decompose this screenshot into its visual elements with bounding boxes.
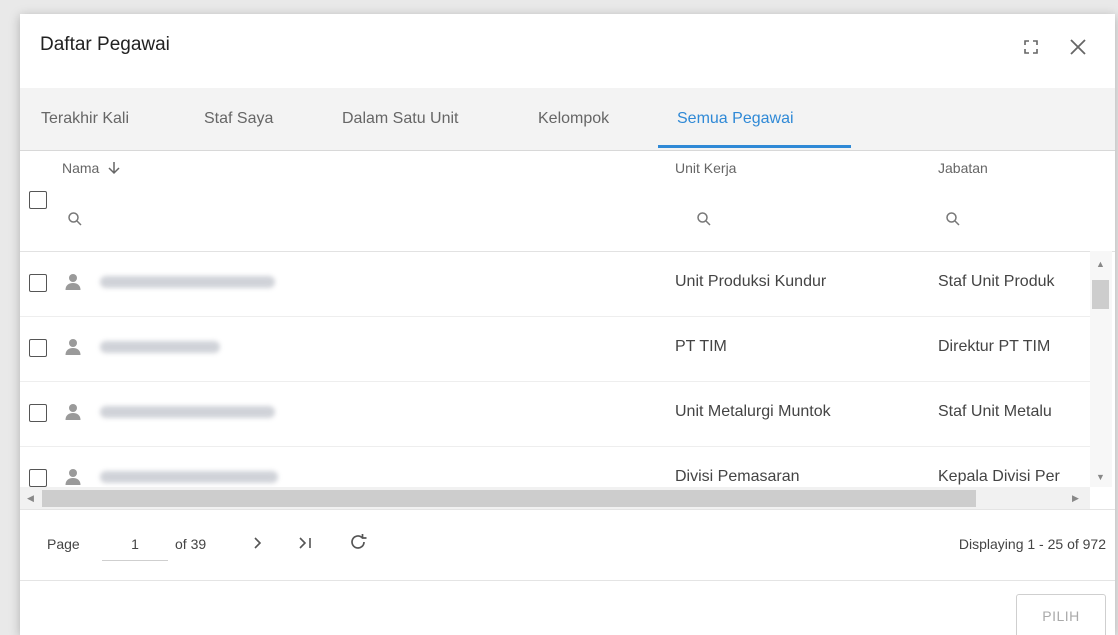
column-header-nama[interactable]: Nama: [62, 160, 121, 178]
table-row[interactable]: Unit Produksi Kundur Staf Unit Produk: [20, 251, 1090, 317]
column-header-jabatan[interactable]: Jabatan: [938, 160, 988, 176]
person-icon: [64, 468, 82, 486]
employee-name-redacted: [100, 406, 275, 418]
search-icon[interactable]: [945, 211, 961, 227]
scroll-left-arrow-icon[interactable]: ◀: [27, 493, 34, 503]
refresh-icon[interactable]: [347, 532, 369, 554]
employee-name-redacted: [100, 471, 278, 483]
close-icon[interactable]: [1067, 36, 1089, 58]
person-icon: [64, 273, 82, 291]
employee-dialog: Daftar Pegawai Terakhir Kali Staf Saya D…: [20, 14, 1115, 635]
page-count: of 39: [175, 536, 207, 552]
cell-jabatan: Staf Unit Produk: [938, 273, 1055, 290]
horizontal-scrollbar[interactable]: ◀ ▶: [20, 487, 1090, 509]
arrow-down-icon: [107, 161, 121, 178]
chevron-right-icon[interactable]: [246, 532, 268, 554]
dialog-titlebar: Daftar Pegawai: [20, 14, 1115, 74]
scroll-down-arrow-icon[interactable]: ▼: [1096, 472, 1105, 482]
row-checkbox[interactable]: [29, 469, 47, 487]
cell-unit-kerja: Unit Metalurgi Muntok: [675, 403, 831, 420]
select-all-checkbox[interactable]: [29, 191, 47, 209]
horizontal-scroll-thumb[interactable]: [42, 490, 976, 507]
page-label: Page: [47, 536, 80, 552]
last-page-icon[interactable]: [294, 532, 316, 554]
row-checkbox[interactable]: [29, 339, 47, 357]
employee-name-redacted: [100, 276, 275, 288]
displaying-info: Displaying 1 - 25 of 972: [958, 536, 1106, 552]
scroll-right-arrow-icon[interactable]: ▶: [1072, 493, 1079, 503]
cell-jabatan: Kepala Divisi Per: [938, 468, 1060, 485]
table-row[interactable]: PT TIM Direktur PT TIM: [20, 316, 1090, 382]
dialog-footer: PILIH: [20, 580, 1115, 635]
tab-dalam-satu-unit[interactable]: Dalam Satu Unit: [342, 88, 459, 150]
row-checkbox[interactable]: [29, 404, 47, 422]
cell-unit-kerja: Unit Produksi Kundur: [675, 273, 827, 290]
grid-body: Unit Produksi Kundur Staf Unit Produk PT…: [20, 251, 1090, 501]
dialog-title: Daftar Pegawai: [40, 34, 170, 55]
search-icon[interactable]: [67, 211, 83, 227]
row-checkbox[interactable]: [29, 274, 47, 292]
tab-terakhir-kali[interactable]: Terakhir Kali: [41, 88, 129, 150]
cell-unit-kerja: PT TIM: [675, 338, 727, 355]
page-number-input[interactable]: [102, 528, 168, 561]
vertical-scrollbar[interactable]: ▲ ▼: [1090, 251, 1112, 487]
employee-name-redacted: [100, 341, 220, 353]
grid-header: Nama Unit Kerja Jabatan: [20, 151, 1115, 252]
pagination-toolbar: Page of 39 Displaying 1 - 25 of 972: [20, 509, 1115, 581]
active-tab-indicator: [658, 145, 851, 148]
vertical-scroll-thumb[interactable]: [1092, 280, 1109, 309]
tab-kelompok[interactable]: Kelompok: [538, 88, 609, 150]
column-label-nama: Nama: [62, 160, 100, 176]
scroll-up-arrow-icon[interactable]: ▲: [1096, 259, 1105, 269]
person-icon: [64, 403, 82, 421]
tab-bar: Terakhir Kali Staf Saya Dalam Satu Unit …: [20, 88, 1115, 151]
select-button[interactable]: PILIH: [1016, 594, 1106, 635]
tab-semua-pegawai[interactable]: Semua Pegawai: [677, 88, 794, 150]
table-row[interactable]: Unit Metalurgi Muntok Staf Unit Metalu: [20, 381, 1090, 447]
search-icon[interactable]: [696, 211, 712, 227]
cell-unit-kerja: Divisi Pemasaran: [675, 468, 800, 485]
tab-staf-saya[interactable]: Staf Saya: [204, 88, 273, 150]
cell-jabatan: Staf Unit Metalu: [938, 403, 1052, 420]
column-header-unit-kerja[interactable]: Unit Kerja: [675, 160, 736, 176]
person-icon: [64, 338, 82, 356]
cell-jabatan: Direktur PT TIM: [938, 338, 1051, 355]
maximize-icon[interactable]: [1020, 36, 1042, 58]
